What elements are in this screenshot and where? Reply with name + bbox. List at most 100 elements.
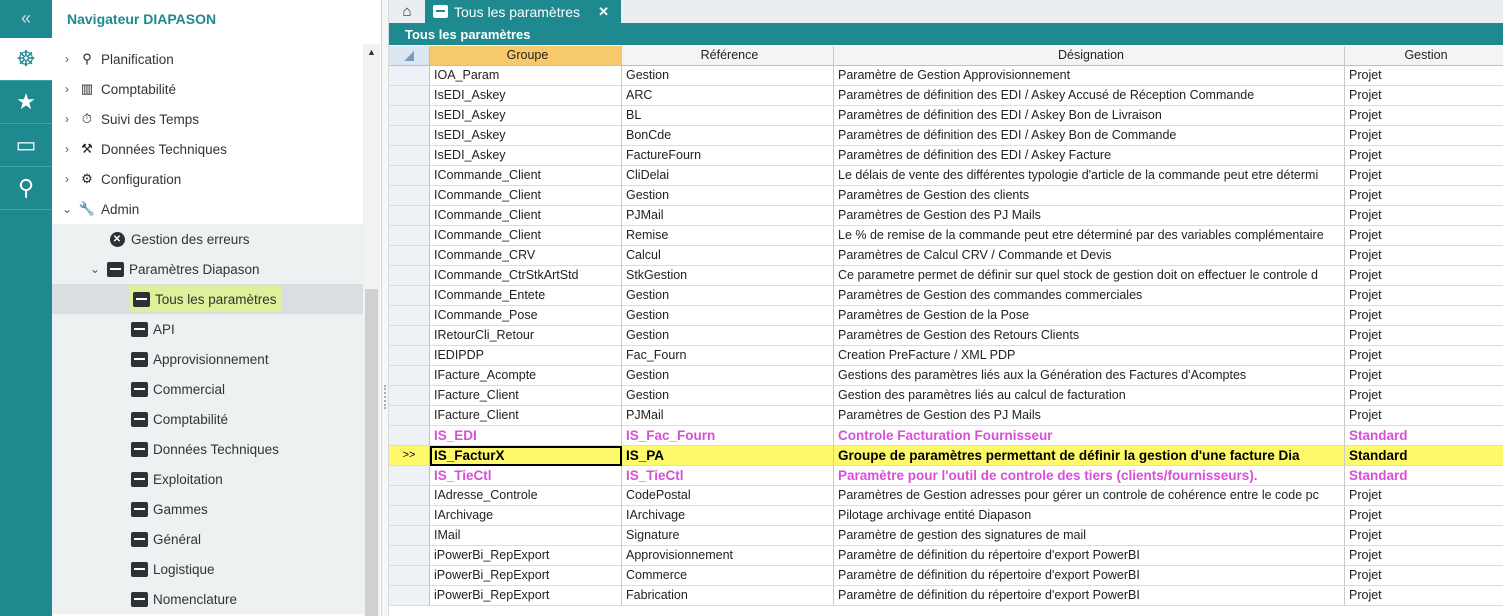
cell-groupe[interactable]: IMail [430, 526, 622, 546]
nav-item-configuration[interactable]: › ⚙ Configuration [52, 164, 364, 194]
table-row[interactable]: IsEDI_Askey FactureFourn Paramètres de déf… [389, 146, 1503, 166]
collapse-icon[interactable]: « [0, 0, 52, 38]
row-selector[interactable] [389, 186, 430, 206]
cell-reference[interactable]: Remise [622, 226, 834, 246]
chevron-down-icon[interactable]: ⌄ [60, 202, 74, 216]
cell-gestion[interactable]: Standard [1345, 446, 1503, 466]
cell-designation[interactable]: Le délais de vente des différentes typol… [834, 166, 1345, 186]
nav-param-api[interactable]: API [52, 314, 364, 344]
table-row[interactable]: IRetourCli_Retour Gestion Paramètres de Ge… [389, 326, 1503, 346]
cell-designation[interactable]: Gestion des paramètres liés au calcul de… [834, 386, 1345, 406]
cell-gestion[interactable]: Projet [1345, 306, 1503, 326]
nav-param-approvisionnement[interactable]: Approvisionnement [52, 344, 364, 374]
cell-designation[interactable]: Ce parametre permet de définir sur quel … [834, 266, 1345, 286]
chevron-right-icon[interactable]: › [60, 52, 74, 66]
cell-reference[interactable]: Commerce [622, 566, 834, 586]
row-selector[interactable] [389, 346, 430, 366]
cell-groupe[interactable]: IRetourCli_Retour [430, 326, 622, 346]
row-selector[interactable] [389, 166, 430, 186]
table-row[interactable]: >> IS_FacturX IS_PA Groupe de paramètres pe… [389, 446, 1503, 466]
table-row[interactable]: IFacture_Client PJMail Paramètres de Gesti… [389, 406, 1503, 426]
row-selector[interactable] [389, 486, 430, 506]
cell-designation[interactable]: Paramètres de Gestion des commandes comm… [834, 286, 1345, 306]
cell-groupe[interactable]: IArchivage [430, 506, 622, 526]
cell-reference[interactable]: PJMail [622, 406, 834, 426]
cell-groupe[interactable]: IFacture_Acompte [430, 366, 622, 386]
table-row[interactable]: IArchivage IArchivage Pilotage archivage e… [389, 506, 1503, 526]
cell-gestion[interactable]: Projet [1345, 406, 1503, 426]
scroll-up-icon[interactable]: ▲ [363, 44, 380, 60]
cell-gestion[interactable]: Projet [1345, 146, 1503, 166]
table-row[interactable]: IsEDI_Askey BonCde Paramètres de définitio… [389, 126, 1503, 146]
cell-groupe[interactable]: ICommande_Client [430, 206, 622, 226]
table-row[interactable]: IFacture_Acompte Gestion Gestions des para… [389, 366, 1503, 386]
star-icon[interactable]: ★ [0, 81, 52, 123]
cell-gestion[interactable]: Projet [1345, 86, 1503, 106]
cell-reference[interactable]: CliDelai [622, 166, 834, 186]
nav-param-commercial[interactable]: Commercial [52, 374, 364, 404]
cell-designation[interactable]: Paramètre de définition du répertoire d'… [834, 586, 1345, 606]
table-row[interactable]: ICommande_Pose Gestion Paramètres de Gesti… [389, 306, 1503, 326]
cell-designation[interactable]: Paramètre de définition du répertoire d'… [834, 566, 1345, 586]
chevron-right-icon[interactable]: › [60, 82, 74, 96]
row-selector[interactable] [389, 386, 430, 406]
nav-item-gestion-des-erreurs[interactable]: ✕ Gestion des erreurs [52, 224, 364, 254]
nav-item-admin[interactable]: ⌄ 🔧 Admin [52, 194, 364, 224]
chevron-down-icon[interactable]: ⌄ [88, 262, 102, 276]
chevron-right-icon[interactable]: › [60, 142, 74, 156]
table-row[interactable]: IOA_Param Gestion Paramètre de Gestion App… [389, 66, 1503, 86]
cell-designation[interactable]: Paramètres de Gestion adresses pour gére… [834, 486, 1345, 506]
cell-reference[interactable]: Gestion [622, 326, 834, 346]
row-selector[interactable]: >> [389, 446, 430, 466]
nav-param-exploitation[interactable]: Exploitation [52, 464, 364, 494]
cell-gestion[interactable]: Projet [1345, 586, 1503, 606]
cell-reference[interactable]: Fac_Fourn [622, 346, 834, 366]
column-header-designation[interactable]: Désignation [834, 46, 1345, 66]
cell-gestion[interactable]: Projet [1345, 126, 1503, 146]
cell-groupe[interactable]: IS_EDI [430, 426, 622, 446]
scroll-thumb[interactable] [365, 289, 378, 616]
cell-reference[interactable]: Gestion [622, 186, 834, 206]
column-header-groupe[interactable]: Groupe [430, 46, 622, 66]
cell-designation[interactable]: Creation PreFacture / XML PDP [834, 346, 1345, 366]
cell-reference[interactable]: StkGestion [622, 266, 834, 286]
cell-reference[interactable]: PJMail [622, 206, 834, 226]
nav-param-logistique[interactable]: Logistique [52, 554, 364, 584]
table-row[interactable]: ICommande_Entete Gestion Paramètres de Ges… [389, 286, 1503, 306]
table-row[interactable]: ICommande_Client PJMail Paramètres de Gest… [389, 206, 1503, 226]
column-header-gestion[interactable]: Gestion [1345, 46, 1503, 66]
search-icon[interactable]: ⚲ [0, 167, 52, 209]
row-selector[interactable] [389, 566, 430, 586]
cell-gestion[interactable]: Standard [1345, 466, 1503, 486]
cell-groupe[interactable]: IS_FacturX [430, 446, 622, 466]
row-selector[interactable] [389, 286, 430, 306]
cell-reference[interactable]: Calcul [622, 246, 834, 266]
chevron-right-icon[interactable]: › [60, 172, 74, 186]
row-selector[interactable] [389, 406, 430, 426]
cell-reference[interactable]: IS_TieCtl [622, 466, 834, 486]
table-row[interactable]: iPowerBi_RepExport Approvisionnement Param… [389, 546, 1503, 566]
cell-groupe[interactable]: IS_TieCtl [430, 466, 622, 486]
cell-reference[interactable]: Gestion [622, 306, 834, 326]
cell-reference[interactable]: FactureFourn [622, 146, 834, 166]
cell-groupe[interactable]: iPowerBi_RepExport [430, 546, 622, 566]
cell-reference[interactable]: IArchivage [622, 506, 834, 526]
cell-designation[interactable]: Paramètre de définition du répertoire d'… [834, 546, 1345, 566]
close-icon[interactable]: ✕ [598, 4, 609, 20]
nav-param-donn-es-techniques[interactable]: Données Techniques [52, 434, 364, 464]
table-row[interactable]: IS_TieCtl IS_TieCtl Paramètre pour l'outil… [389, 466, 1503, 486]
cell-groupe[interactable]: ICommande_Client [430, 166, 622, 186]
cell-gestion[interactable]: Projet [1345, 486, 1503, 506]
cell-gestion[interactable]: Projet [1345, 106, 1503, 126]
cell-gestion[interactable]: Projet [1345, 546, 1503, 566]
cell-groupe[interactable]: iPowerBi_RepExport [430, 566, 622, 586]
nav-item-comptabilit-[interactable]: › ▥ Comptabilité [52, 74, 364, 104]
table-row[interactable]: ICommande_Client Remise Le % de remise de … [389, 226, 1503, 246]
cell-designation[interactable]: Groupe de paramètres permettant de défin… [834, 446, 1345, 466]
cell-designation[interactable]: Le % de remise de la commande peut etre … [834, 226, 1345, 246]
cell-gestion[interactable]: Projet [1345, 246, 1503, 266]
row-selector[interactable] [389, 506, 430, 526]
table-row[interactable]: IsEDI_Askey ARC Paramètres de définition d… [389, 86, 1503, 106]
cell-reference[interactable]: Gestion [622, 286, 834, 306]
cell-groupe[interactable]: ICommande_CtrStkArtStd [430, 266, 622, 286]
